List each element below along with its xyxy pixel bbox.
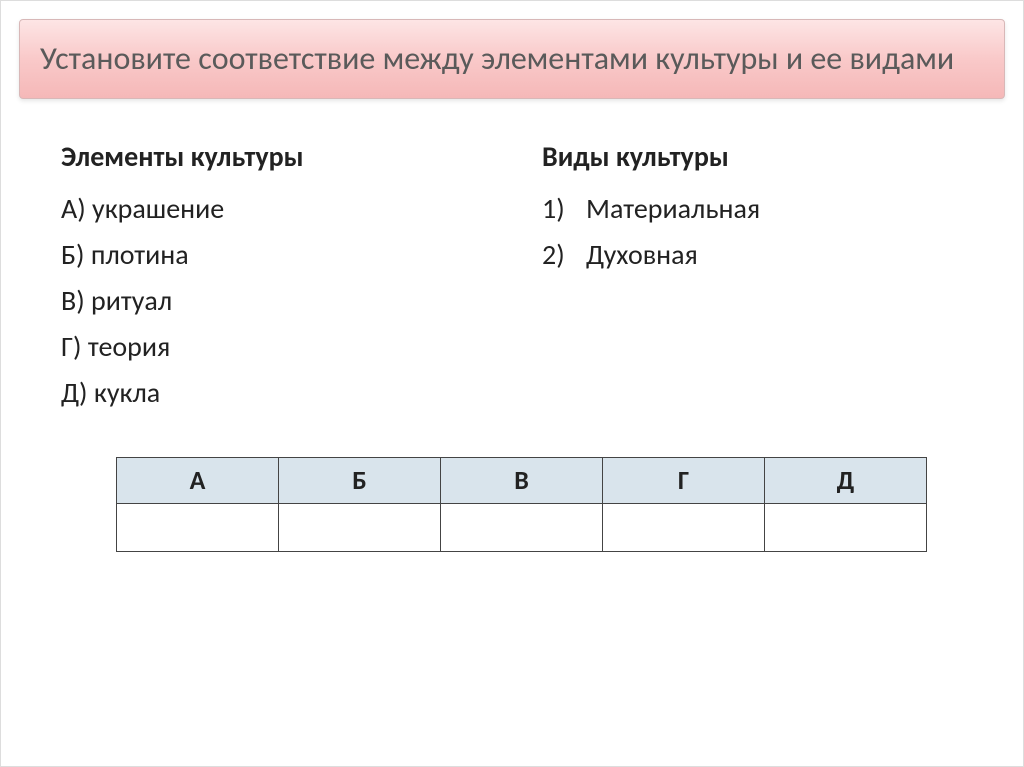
left-item: Б) плотина [61, 232, 482, 278]
left-item: В) ритуал [61, 278, 482, 324]
table-header-row: А Б В Г Д [117, 457, 927, 503]
answer-table: А Б В Г Д [116, 457, 927, 552]
item-text: Духовная [586, 232, 698, 278]
right-heading: Виды культуры [542, 139, 963, 174]
table-header-cell: А [117, 457, 279, 503]
slide-container: Установите соответствие между элементами… [0, 0, 1024, 767]
left-column: Элементы культуры А) украшение Б) плотин… [61, 139, 482, 417]
table-header-cell: Б [279, 457, 441, 503]
table-answer-row [117, 503, 927, 551]
right-item: 2) Духовная [542, 232, 963, 278]
right-item: 1) Материальная [542, 186, 963, 232]
table-header-cell: В [441, 457, 603, 503]
left-item: А) украшение [61, 186, 482, 232]
title-bar: Установите соответствие между элементами… [19, 19, 1005, 99]
right-column: Виды культуры 1) Материальная 2) Духовна… [542, 139, 963, 417]
answer-cell[interactable] [603, 503, 765, 551]
answer-cell[interactable] [279, 503, 441, 551]
item-number: 1) [542, 186, 586, 232]
answer-cell[interactable] [765, 503, 927, 551]
item-number: 2) [542, 232, 586, 278]
table-header-cell: Д [765, 457, 927, 503]
answer-cell[interactable] [441, 503, 603, 551]
content-area: Элементы культуры А) украшение Б) плотин… [1, 99, 1023, 447]
left-item: Д) кукла [61, 370, 482, 416]
left-heading: Элементы культуры [61, 139, 482, 174]
table-header-cell: Г [603, 457, 765, 503]
left-item: Г) теория [61, 324, 482, 370]
slide-title: Установите соответствие между элементами… [40, 38, 984, 80]
answer-table-container: А Б В Г Д [1, 447, 1023, 552]
item-text: Материальная [586, 186, 760, 232]
answer-cell[interactable] [117, 503, 279, 551]
